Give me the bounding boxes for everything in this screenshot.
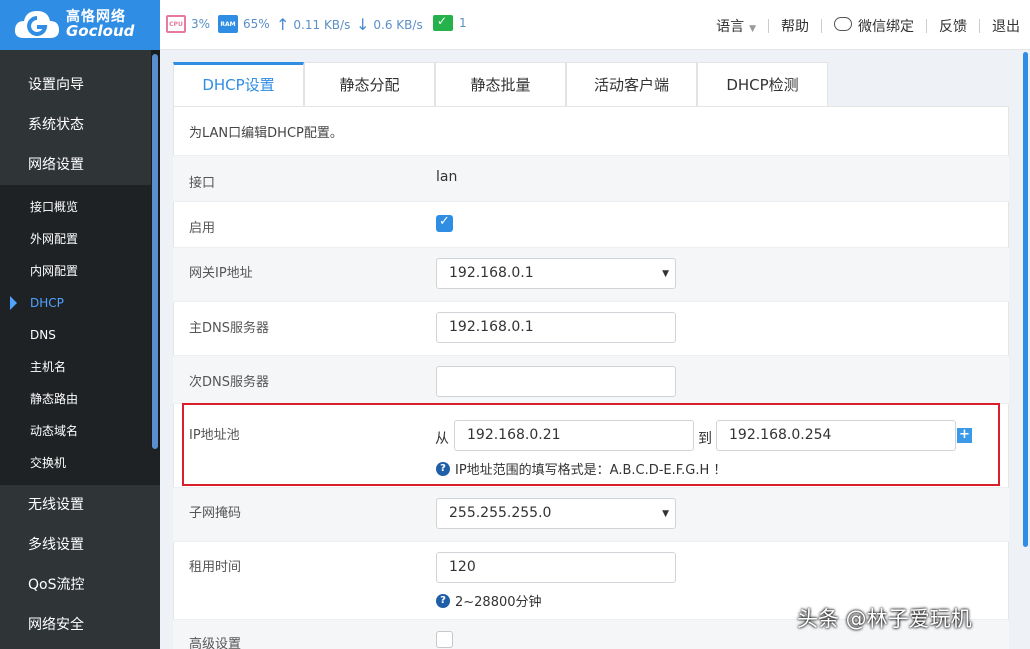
wechat-icon	[834, 17, 852, 31]
sidebar-item[interactable]: 网络安全	[0, 605, 160, 645]
brand-name-en: Gocloud	[66, 22, 135, 41]
sidebar-item[interactable]: 无线设置	[0, 485, 160, 525]
sidebar-item[interactable]: QoS流控	[0, 565, 160, 605]
ram-value: 65%	[243, 17, 270, 31]
tab-dhcp-settings[interactable]: DHCP设置	[173, 62, 304, 106]
language-label: 语言	[716, 19, 745, 35]
sidebar-subitem[interactable]: 交换机	[0, 447, 160, 479]
device-check-icon	[433, 14, 453, 31]
sidebar-subitem[interactable]: 主机名	[0, 351, 160, 383]
divider	[821, 19, 822, 33]
feedback-link[interactable]: 反馈	[939, 16, 967, 36]
sidebar-item[interactable]: 系统状态	[0, 105, 160, 145]
upload-value: 0.11 KB/s	[293, 17, 351, 32]
mask-select[interactable]: 255.255.255.0	[436, 498, 676, 529]
devices-value: 1	[459, 16, 467, 30]
wechat-label: 微信绑定	[858, 19, 914, 35]
tab-static-assign[interactable]: 静态分配	[304, 62, 435, 106]
lease-input[interactable]: 120	[436, 552, 676, 583]
brand-logo[interactable]: 高恪网络 Gocloud	[0, 0, 160, 50]
sidebar-subitem[interactable]: 内网配置	[0, 255, 160, 287]
enable-label: 启用	[189, 221, 216, 236]
dns1-input[interactable]: 192.168.0.1	[436, 312, 676, 343]
watermark: 头条 @林子爱玩机	[797, 607, 972, 631]
ip-pool-highlight	[182, 403, 1000, 486]
tab-bar: DHCP设置 静态分配 静态批量 活动客户端 DHCP检测	[173, 62, 828, 106]
dns1-label: 主DNS服务器	[189, 321, 269, 336]
chevron-down-icon: ▼	[749, 24, 756, 34]
main-scrollbar-thumb[interactable]	[1023, 52, 1028, 547]
dns2-label: 次DNS服务器	[189, 375, 269, 390]
sidebar-item[interactable]: 设置向导	[0, 65, 160, 105]
lease-hint: ? 2~28800分钟	[436, 591, 542, 610]
help-link[interactable]: 帮助	[781, 16, 809, 36]
top-menu: 语言 ▼ 帮助 微信绑定 反馈 退出	[716, 16, 1020, 36]
dns2-input[interactable]	[436, 366, 676, 397]
devices-status[interactable]: 1	[433, 14, 467, 31]
wechat-bind-link[interactable]: 微信绑定	[834, 16, 914, 36]
mask-label: 子网掩码	[189, 506, 242, 521]
tab-dhcp-detect[interactable]: DHCP检测	[697, 62, 828, 106]
row-gateway: 网关IP地址 192.168.0.1	[173, 247, 1009, 301]
sidebar-subitem[interactable]: 外网配置	[0, 223, 160, 255]
sidebar-subitem[interactable]: 接口概览	[0, 191, 160, 223]
enable-checkbox[interactable]	[436, 214, 453, 232]
sidebar-item[interactable]: 多线设置	[0, 525, 160, 565]
interface-value: lan	[436, 169, 458, 185]
divider	[768, 19, 769, 33]
sidebar-subitem[interactable]: DNS	[0, 319, 160, 351]
gateway-select[interactable]: 192.168.0.1	[436, 258, 676, 289]
advanced-checkbox[interactable]	[436, 631, 453, 648]
tab-static-batch[interactable]: 静态批量	[435, 62, 566, 106]
download-value: 0.6 KB/s	[373, 17, 423, 32]
row-mask: 子网掩码 255.255.255.0	[173, 487, 1009, 541]
sidebar-scrollbar-thumb[interactable]	[152, 54, 158, 449]
row-enable: 启用	[173, 201, 1009, 247]
help-icon: ?	[436, 593, 450, 608]
row-interface: 接口 lan	[173, 155, 1009, 201]
ram-icon: RAM	[218, 15, 238, 33]
lease-hint-text: 2~28800分钟	[455, 595, 542, 610]
cpu-icon: CPU	[166, 15, 186, 33]
gateway-label: 网关IP地址	[189, 266, 253, 281]
top-bar: 高恪网络 Gocloud CPU 3% RAM 65% ↑ 0.11 KB/s …	[0, 0, 1030, 50]
divider	[979, 19, 980, 33]
upload-status: ↑ 0.11 KB/s	[276, 15, 350, 34]
tab-active-clients[interactable]: 活动客户端	[566, 62, 697, 106]
divider	[926, 19, 927, 33]
cpu-status: CPU 3%	[166, 15, 210, 33]
upload-arrow-icon: ↑	[276, 15, 290, 34]
lease-label: 租用时间	[189, 560, 242, 575]
download-status: ↓ 0.6 KB/s	[356, 15, 423, 34]
download-arrow-icon: ↓	[356, 15, 370, 34]
network-submenu: 接口概览 外网配置 内网配置 DHCP DNS 主机名 静态路由 动态域名 交换机	[0, 185, 160, 485]
cpu-value: 3%	[191, 17, 211, 31]
ram-status: RAM 65%	[218, 15, 270, 33]
sidebar: 设置向导 系统状态 网络设置 接口概览 外网配置 内网配置 DHCP DNS 主机名 静态路由动…	[0, 50, 160, 649]
sidebar-subitem[interactable]: 动态域名	[0, 415, 160, 447]
row-dns1: 主DNS服务器 192.168.0.1	[173, 301, 1009, 355]
row-dns2: 次DNS服务器	[173, 355, 1009, 403]
sidebar-item[interactable]: 网络设置	[0, 145, 160, 185]
interface-label: 接口	[189, 176, 216, 191]
page-description: 为LAN口编辑DHCP配置。	[189, 126, 343, 141]
language-menu[interactable]: 语言 ▼	[716, 16, 756, 36]
sidebar-subitem[interactable]: 静态路由	[0, 383, 160, 415]
cloud-logo-icon	[12, 8, 62, 42]
logout-link[interactable]: 退出	[992, 16, 1020, 36]
sidebar-subitem-active[interactable]: DHCP	[0, 287, 160, 319]
advanced-label: 高级设置	[189, 637, 242, 649]
